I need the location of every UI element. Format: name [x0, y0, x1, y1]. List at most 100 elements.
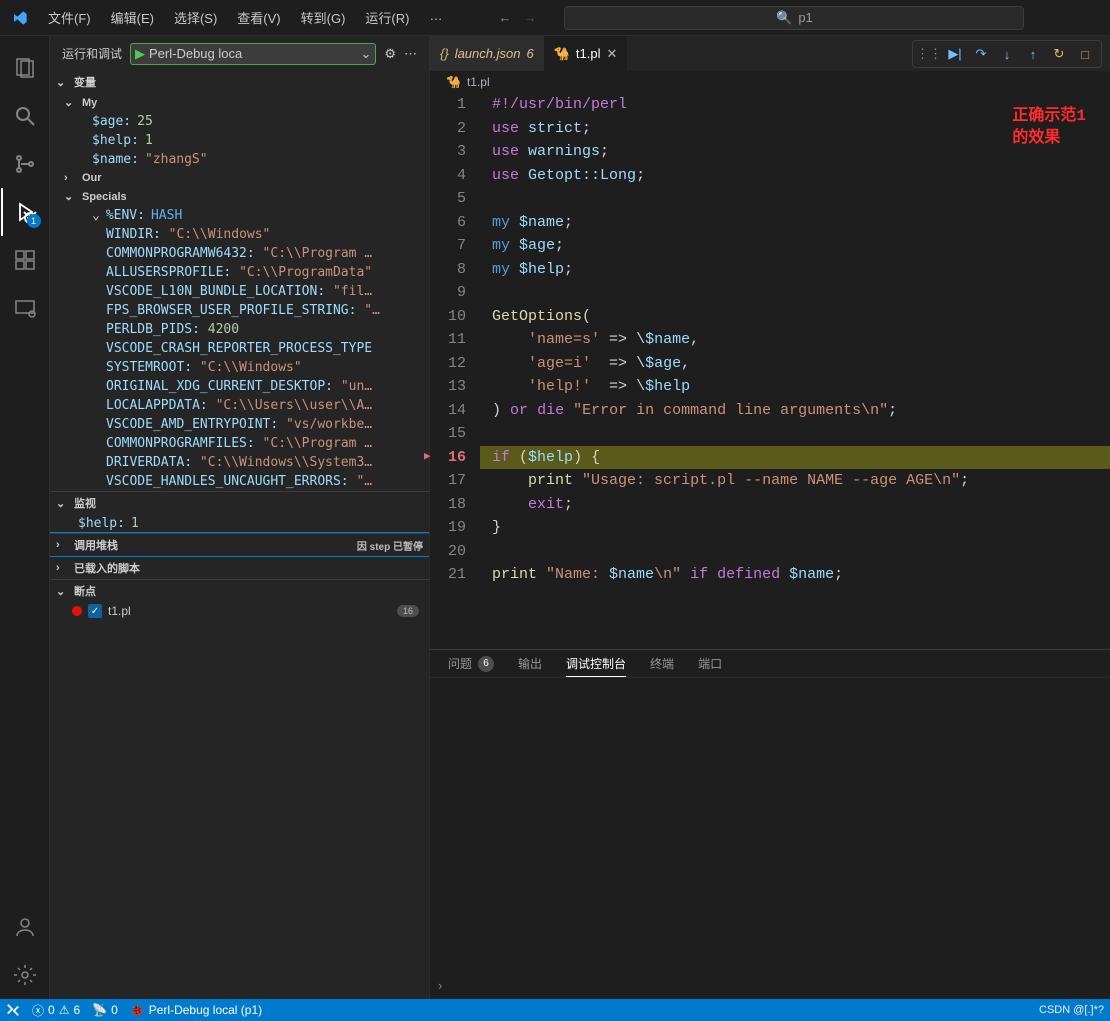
panel-tab-output[interactable]: 输出: [518, 650, 542, 677]
main-menu: 文件(F)编辑(E)选择(S)查看(V)转到(G)运行(R)…: [40, 4, 450, 31]
panel-tab-ports[interactable]: 端口: [698, 650, 722, 677]
section-callstack[interactable]: ›调用堆栈因 step 已暂停: [50, 533, 429, 556]
section-specials[interactable]: ⌄Specials: [50, 187, 429, 206]
section-our[interactable]: ›Our: [50, 169, 429, 187]
breakpoint-file: t1.pl: [108, 604, 131, 618]
env-var-row[interactable]: VSCODE_L10N_BUNDLE_LOCATION: "fil…: [50, 282, 429, 301]
step-into-button[interactable]: ↓: [995, 42, 1019, 66]
menu-item[interactable]: 转到(G): [293, 4, 354, 31]
variable-row[interactable]: $name: "zhangS": [50, 150, 429, 169]
code-line[interactable]: 'age=i' => \$age,: [480, 352, 1110, 376]
more-icon[interactable]: ⋯: [404, 46, 417, 62]
step-out-button[interactable]: ↑: [1021, 42, 1045, 66]
activity-settings[interactable]: [1, 951, 49, 999]
env-var-row[interactable]: COMMONPROGRAMW6432: "C:\\Program …: [50, 244, 429, 263]
close-icon[interactable]: ✕: [606, 46, 617, 62]
debug-config-select[interactable]: ▶ Perl-Debug loca ⌄: [130, 43, 376, 65]
code-line[interactable]: GetOptions(: [480, 305, 1110, 329]
env-var-row[interactable]: PERLDB_PIDS: 4200: [50, 320, 429, 339]
activity-scm[interactable]: [1, 140, 49, 188]
code-line[interactable]: [480, 187, 1110, 211]
section-watch[interactable]: ⌄监视: [50, 491, 429, 514]
code-line[interactable]: my $age;: [480, 234, 1110, 258]
menu-item[interactable]: 查看(V): [229, 4, 288, 31]
tab-t1-pl[interactable]: 🐪 t1.pl ✕: [544, 36, 628, 71]
code-line[interactable]: }: [480, 516, 1110, 540]
env-var-row[interactable]: ALLUSERSPROFILE: "C:\\ProgramData": [50, 263, 429, 282]
activity-explorer[interactable]: [1, 44, 49, 92]
section-variables[interactable]: ⌄变量: [50, 71, 429, 93]
code-line[interactable]: print "Usage: script.pl --name NAME --ag…: [480, 469, 1110, 493]
sidebar-title: 运行和调试: [62, 45, 122, 62]
stop-button[interactable]: □: [1073, 42, 1097, 66]
chevron-right-icon: ›: [438, 978, 442, 993]
bottom-panel: 问题6 输出 调试控制台 终端 端口 ›: [430, 649, 1110, 999]
breakpoint-row[interactable]: ✓ t1.pl 16: [50, 602, 429, 620]
env-var-row[interactable]: WINDIR: "C:\\Windows": [50, 225, 429, 244]
menu-item[interactable]: 文件(F): [40, 4, 99, 31]
env-header[interactable]: ⌄%ENV:HASH: [50, 206, 429, 225]
code-line[interactable]: use Getopt::Long;: [480, 164, 1110, 188]
search-icon: 🔍: [776, 10, 792, 26]
perl-icon: 🐪: [554, 46, 570, 62]
code-line[interactable]: my $name;: [480, 211, 1110, 235]
status-remote[interactable]: [6, 1003, 20, 1017]
step-over-button[interactable]: ↷: [969, 42, 993, 66]
nav-back-icon[interactable]: ←: [498, 10, 511, 25]
activity-extensions[interactable]: [1, 236, 49, 284]
status-errors[interactable]: ⓧ0⚠6: [32, 1002, 80, 1019]
nav-forward-icon[interactable]: →: [523, 10, 536, 25]
code-line[interactable]: 'name=s' => \$name,: [480, 328, 1110, 352]
panel-tab-terminal[interactable]: 终端: [650, 650, 674, 677]
status-radio[interactable]: 📡0: [92, 1003, 118, 1017]
variable-row[interactable]: $help: 1: [50, 131, 429, 150]
breadcrumb[interactable]: 🐪 t1.pl: [430, 71, 1110, 93]
env-var-row[interactable]: LOCALAPPDATA: "C:\\Users\\user\\A…: [50, 396, 429, 415]
env-var-row[interactable]: ORIGINAL_XDG_CURRENT_DESKTOP: "un…: [50, 377, 429, 396]
command-center[interactable]: 🔍 p1: [564, 6, 1024, 30]
perl-icon: 🐪: [446, 75, 461, 89]
status-debug-config[interactable]: 🐞Perl-Debug local (p1): [130, 1003, 262, 1017]
code-line[interactable]: print "Name: $name\n" if defined $name;: [480, 563, 1110, 587]
play-icon: ▶: [135, 46, 145, 62]
env-var-row[interactable]: SYSTEMROOT: "C:\\Windows": [50, 358, 429, 377]
code-line[interactable]: if ($help) {: [480, 446, 1110, 470]
env-var-row[interactable]: FPS_BROWSER_USER_PROFILE_STRING: "…: [50, 301, 429, 320]
env-var-row[interactable]: VSCODE_CRASH_REPORTER_PROCESS_TYPE: [50, 339, 429, 358]
drag-handle-icon[interactable]: ⋮⋮: [917, 42, 941, 66]
activity-account[interactable]: [1, 903, 49, 951]
restart-button[interactable]: ↻: [1047, 42, 1071, 66]
debug-console-body[interactable]: ›: [430, 678, 1110, 999]
env-var-row[interactable]: COMMONPROGRAMFILES: "C:\\Program …: [50, 434, 429, 453]
env-var-row[interactable]: VSCODE_HANDLES_UNCAUGHT_ERRORS: "…: [50, 472, 429, 491]
activity-debug[interactable]: 1: [1, 188, 49, 236]
section-loaded[interactable]: ›已载入的脚本: [50, 556, 429, 579]
menu-item[interactable]: 选择(S): [166, 4, 225, 31]
code-line[interactable]: [480, 422, 1110, 446]
activity-bar: 1: [0, 36, 50, 999]
variable-row[interactable]: $age: 25: [50, 112, 429, 131]
menu-item[interactable]: …: [421, 4, 450, 31]
code-line[interactable]: [480, 540, 1110, 564]
breakpoint-checkbox[interactable]: ✓: [88, 604, 102, 618]
menu-item[interactable]: 运行(R): [357, 4, 417, 31]
gear-icon[interactable]: ⚙: [384, 46, 396, 62]
panel-tab-problems[interactable]: 问题6: [448, 650, 494, 677]
code-line[interactable]: ) or die "Error in command line argument…: [480, 399, 1110, 423]
menu-item[interactable]: 编辑(E): [103, 4, 162, 31]
section-my[interactable]: ⌄My: [50, 93, 429, 112]
env-var-row[interactable]: VSCODE_AMD_ENTRYPOINT: "vs/workbe…: [50, 415, 429, 434]
watch-row[interactable]: $help: 1: [50, 514, 429, 533]
code-line[interactable]: my $help;: [480, 258, 1110, 282]
tab-launch-json[interactable]: {} launch.json 6: [430, 36, 544, 71]
code-line[interactable]: [480, 281, 1110, 305]
activity-remote[interactable]: [1, 284, 49, 332]
env-var-row[interactable]: DRIVERDATA: "C:\\Windows\\System3…: [50, 453, 429, 472]
section-breakpoints[interactable]: ⌄断点: [50, 579, 429, 602]
activity-search[interactable]: [1, 92, 49, 140]
code-editor[interactable]: 123456789101112131415161718192021 #!/usr…: [430, 93, 1110, 649]
continue-button[interactable]: ▶|: [943, 42, 967, 66]
panel-tab-debug-console[interactable]: 调试控制台: [566, 650, 626, 677]
code-line[interactable]: exit;: [480, 493, 1110, 517]
code-line[interactable]: 'help!' => \$help: [480, 375, 1110, 399]
